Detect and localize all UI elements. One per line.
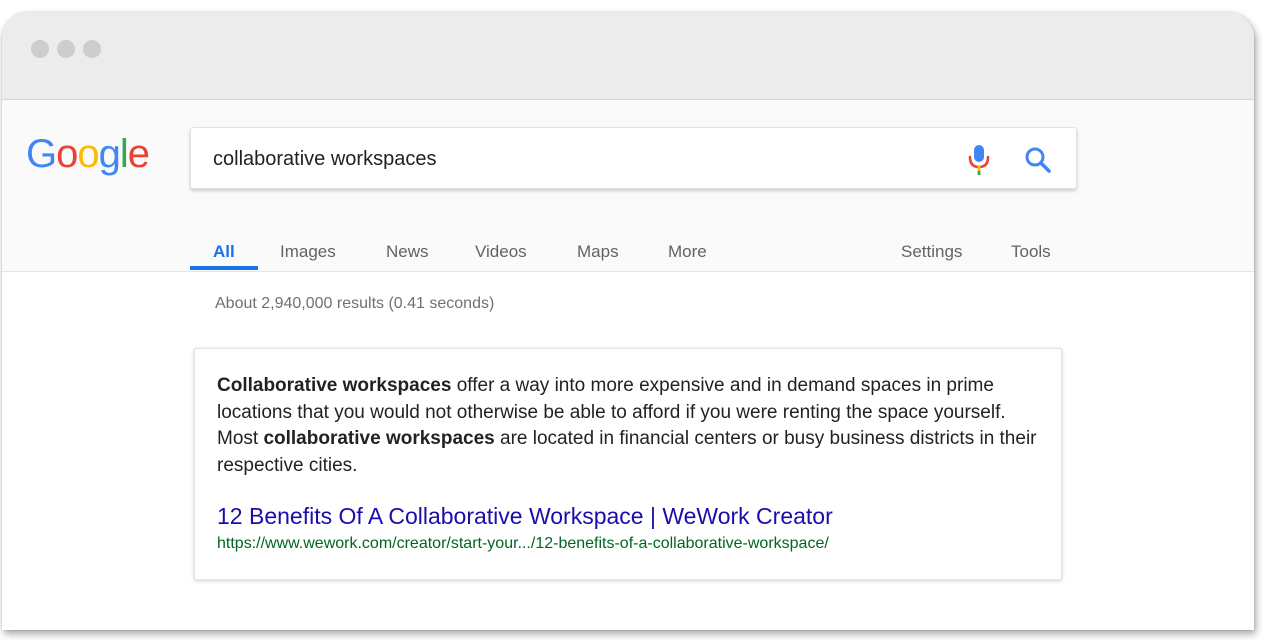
tab-tools[interactable]: Tools <box>1011 242 1051 262</box>
tab-videos[interactable]: Videos <box>475 242 527 262</box>
browser-window: Google All Images News Videos Maps More … <box>2 12 1254 630</box>
result-stats: About 2,940,000 results (0.41 seconds) <box>215 295 495 312</box>
tab-more[interactable]: More <box>668 242 707 262</box>
window-maximize-dot[interactable] <box>83 40 101 58</box>
snippet-highlight: Collaborative workspaces <box>217 375 452 396</box>
active-tab-indicator <box>190 266 258 270</box>
tab-maps[interactable]: Maps <box>577 242 619 262</box>
title-bar <box>2 12 1254 100</box>
tab-news[interactable]: News <box>386 242 429 262</box>
result-url: https://www.wework.com/creator/start-you… <box>217 535 829 552</box>
tab-images[interactable]: Images <box>280 242 336 262</box>
featured-snippet-card: Collaborative workspaces offer a way int… <box>194 348 1062 580</box>
snippet-highlight: collaborative workspaces <box>263 428 495 449</box>
tab-all[interactable]: All <box>213 242 235 262</box>
search-tabs: All Images News Videos Maps More Setting… <box>2 100 1254 271</box>
tab-settings[interactable]: Settings <box>901 242 962 262</box>
window-close-dot[interactable] <box>31 40 49 58</box>
result-title-link[interactable]: 12 Benefits Of A Collaborative Workspace… <box>217 503 833 530</box>
window-minimize-dot[interactable] <box>57 40 75 58</box>
featured-snippet-text: Collaborative workspaces offer a way int… <box>217 373 1047 479</box>
search-header: Google All Images News Videos Maps More … <box>2 100 1254 272</box>
